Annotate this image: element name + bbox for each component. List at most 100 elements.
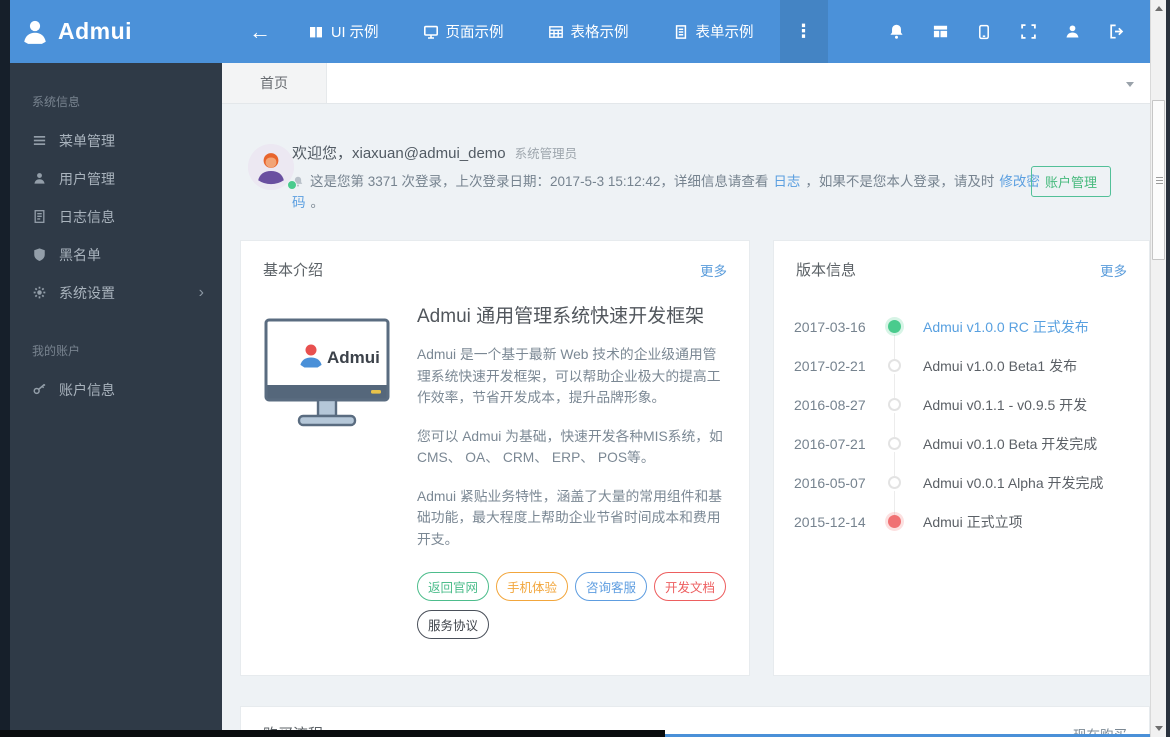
timeline-dot-red xyxy=(887,515,901,528)
log-link[interactable]: 日志 xyxy=(773,174,800,189)
triangle-up-icon xyxy=(1154,6,1163,11)
user-role-badge: 系统管理员 xyxy=(514,147,578,161)
version-card: 版本信息 更多 2017-03-16 Admui v1.0.0 RC 正式发布 … xyxy=(773,240,1150,676)
navbar-right-icons xyxy=(874,0,1150,63)
sidebar-item-menu-management[interactable]: 菜单管理 xyxy=(10,122,222,160)
timeline-entry: Admui 正式立项 xyxy=(923,513,1023,530)
nav-item-table-demo[interactable]: 表格示例 xyxy=(533,0,644,63)
brand-name: Admui xyxy=(58,18,133,44)
scrollbar-grip-icon xyxy=(1156,177,1163,185)
intro-tag-buttons: 返回官网 手机体验 咨询客服 开发文档 服务协议 xyxy=(417,572,727,639)
version-more-link[interactable]: 更多 xyxy=(1100,260,1127,280)
sidebar-item-account-info[interactable]: 账户信息 xyxy=(10,371,222,409)
scrollbar-thumb[interactable] xyxy=(1152,100,1165,260)
welcome-greeting: 欢迎您，xiaxuan@admui_demo xyxy=(292,145,506,162)
login-message-part2: ，如果不是您本人登录，请及时 xyxy=(805,174,995,189)
scroll-up-button[interactable] xyxy=(1151,0,1166,17)
table-icon xyxy=(548,24,564,40)
vertical-dots-icon: ⋮ xyxy=(794,21,813,41)
menu-icon xyxy=(32,133,48,149)
tab-bar: 首页 xyxy=(222,63,1150,104)
timeline-date: 2017-03-16 xyxy=(794,318,866,335)
timeline-entry-link[interactable]: Admui v1.0.0 RC 正式发布 xyxy=(923,317,1089,337)
version-card-title: 版本信息 xyxy=(796,262,857,279)
timeline-dot-hollow xyxy=(887,359,901,372)
mobile-experience-button[interactable]: 手机体验 xyxy=(496,572,569,601)
version-card-header: 版本信息 更多 xyxy=(774,241,1149,295)
caret-down-icon[interactable] xyxy=(1126,82,1134,87)
avatar[interactable] xyxy=(248,144,297,192)
intro-card-body: Admui Admui 通用管理系统快速开发框架 Admui 是一个基于最新 W… xyxy=(241,295,749,639)
timeline-dot-hollow xyxy=(887,437,901,450)
monitor-logo-text: Admui xyxy=(327,348,380,367)
triangle-down-icon xyxy=(1154,726,1163,731)
nav-item-page-demo[interactable]: 页面示例 xyxy=(408,0,519,63)
nav-item-label: 表格示例 xyxy=(570,25,629,41)
nav-item-label: 表单示例 xyxy=(695,25,754,41)
monitor-icon xyxy=(423,24,439,40)
scroll-down-button[interactable] xyxy=(1151,720,1166,737)
logout-icon xyxy=(1108,23,1125,40)
nav-item-form-demo[interactable]: 表单示例 xyxy=(658,0,769,63)
arrow-left-icon: ← xyxy=(249,18,271,44)
sidebar: 系统信息 菜单管理 用户管理 日志信息 黑名单 系统设置 › 我的账户 账户信息 xyxy=(10,63,222,737)
timeline-dot-column xyxy=(874,320,914,360)
form-icon xyxy=(673,24,689,40)
mobile-icon xyxy=(976,24,992,40)
key-icon xyxy=(32,382,48,398)
timeline-entry: Admui v0.1.1 - v0.9.5 开发 xyxy=(923,396,1088,413)
logout-button[interactable] xyxy=(1094,0,1138,63)
timeline-row: 2016-05-07 Admui v0.0.1 Alpha 开发完成 xyxy=(794,463,1149,516)
back-button[interactable]: ← xyxy=(234,0,286,63)
timeline-date: 2015-12-14 xyxy=(794,513,866,530)
sidebar-item-blacklist[interactable]: 黑名单 xyxy=(10,236,222,274)
product-title: Admui 通用管理系统快速开发框架 xyxy=(417,306,705,327)
fullscreen-button[interactable] xyxy=(1006,0,1050,63)
timeline-dot-column xyxy=(874,398,914,438)
timeline-row: 2017-02-21 Admui v1.0.0 Beta1 发布 xyxy=(794,346,1149,399)
file-icon xyxy=(32,209,48,225)
sidebar-item-system-settings[interactable]: 系统设置 › xyxy=(10,274,222,312)
timeline-date: 2016-05-07 xyxy=(794,474,866,491)
intro-more-link[interactable]: 更多 xyxy=(700,260,727,280)
service-agreement-button[interactable]: 服务协议 xyxy=(417,610,490,639)
sidebar-item-label: 黑名单 xyxy=(59,247,101,263)
timeline-dot-column xyxy=(874,515,914,528)
timeline-row: 2015-12-14 Admui 正式立项 xyxy=(794,502,1149,541)
vertical-scrollbar[interactable] xyxy=(1150,0,1166,737)
account-manage-button[interactable]: 账户管理 xyxy=(1030,166,1111,197)
dev-docs-button[interactable]: 开发文档 xyxy=(654,572,727,601)
sidebar-item-log-info[interactable]: 日志信息 xyxy=(10,198,222,236)
timeline-entry: Admui v0.0.1 Alpha 开发完成 xyxy=(923,474,1104,491)
timeline-dot-hollow xyxy=(887,476,901,489)
login-message: 这是您第 3371 次登录，上次登录日期：2017-5-3 15:12:42，详… xyxy=(292,171,1047,213)
user-icon xyxy=(1064,23,1081,40)
sidebar-item-user-management[interactable]: 用户管理 xyxy=(10,160,222,198)
intro-card-title: 基本介绍 xyxy=(263,262,324,279)
admui-app: Admui ← UI 示例 页面示例 表格示例 表单示例 ⋮ 系统信息 菜单管理… xyxy=(0,0,1170,737)
tab-home[interactable]: 首页 xyxy=(222,63,327,103)
mobile-button[interactable] xyxy=(962,0,1006,63)
timeline-dot-column xyxy=(874,359,914,399)
intro-paragraph: Admui 紧贴业务特性，涵盖了大量的常用组件和基础功能，最大程度上帮助企业节省… xyxy=(417,488,723,547)
welcome-text: 欢迎您，xiaxuan@admui_demo 系统管理员 这是您第 3371 次登… xyxy=(292,142,1050,213)
layout-icon xyxy=(932,23,949,40)
sidebar-item-label: 日志信息 xyxy=(59,209,115,225)
intro-card-header: 基本介绍 更多 xyxy=(241,241,749,295)
customer-service-button[interactable]: 咨询客服 xyxy=(575,572,648,601)
chevron-right-icon: › xyxy=(198,284,204,301)
notifications-button[interactable] xyxy=(874,0,918,63)
timeline-entry: Admui v0.1.0 Beta 开发完成 xyxy=(923,435,1098,452)
nav-more-button[interactable]: ⋮ xyxy=(779,0,828,63)
timeline-entry: Admui v1.0.0 Beta1 发布 xyxy=(923,357,1078,374)
official-site-button[interactable]: 返回官网 xyxy=(417,572,490,601)
layout-button[interactable] xyxy=(918,0,962,63)
timeline-row: 2016-08-27 Admui v0.1.1 - v0.9.5 开发 xyxy=(794,385,1149,438)
user-menu-button[interactable] xyxy=(1050,0,1094,63)
nav-item-ui-demo[interactable]: UI 示例 xyxy=(293,0,394,63)
shield-icon xyxy=(32,247,48,263)
user-icon xyxy=(32,171,48,187)
brand-logo[interactable]: Admui xyxy=(10,0,222,63)
sidebar-item-label: 用户管理 xyxy=(59,171,115,187)
bottom-taskbar-strip xyxy=(0,730,665,737)
